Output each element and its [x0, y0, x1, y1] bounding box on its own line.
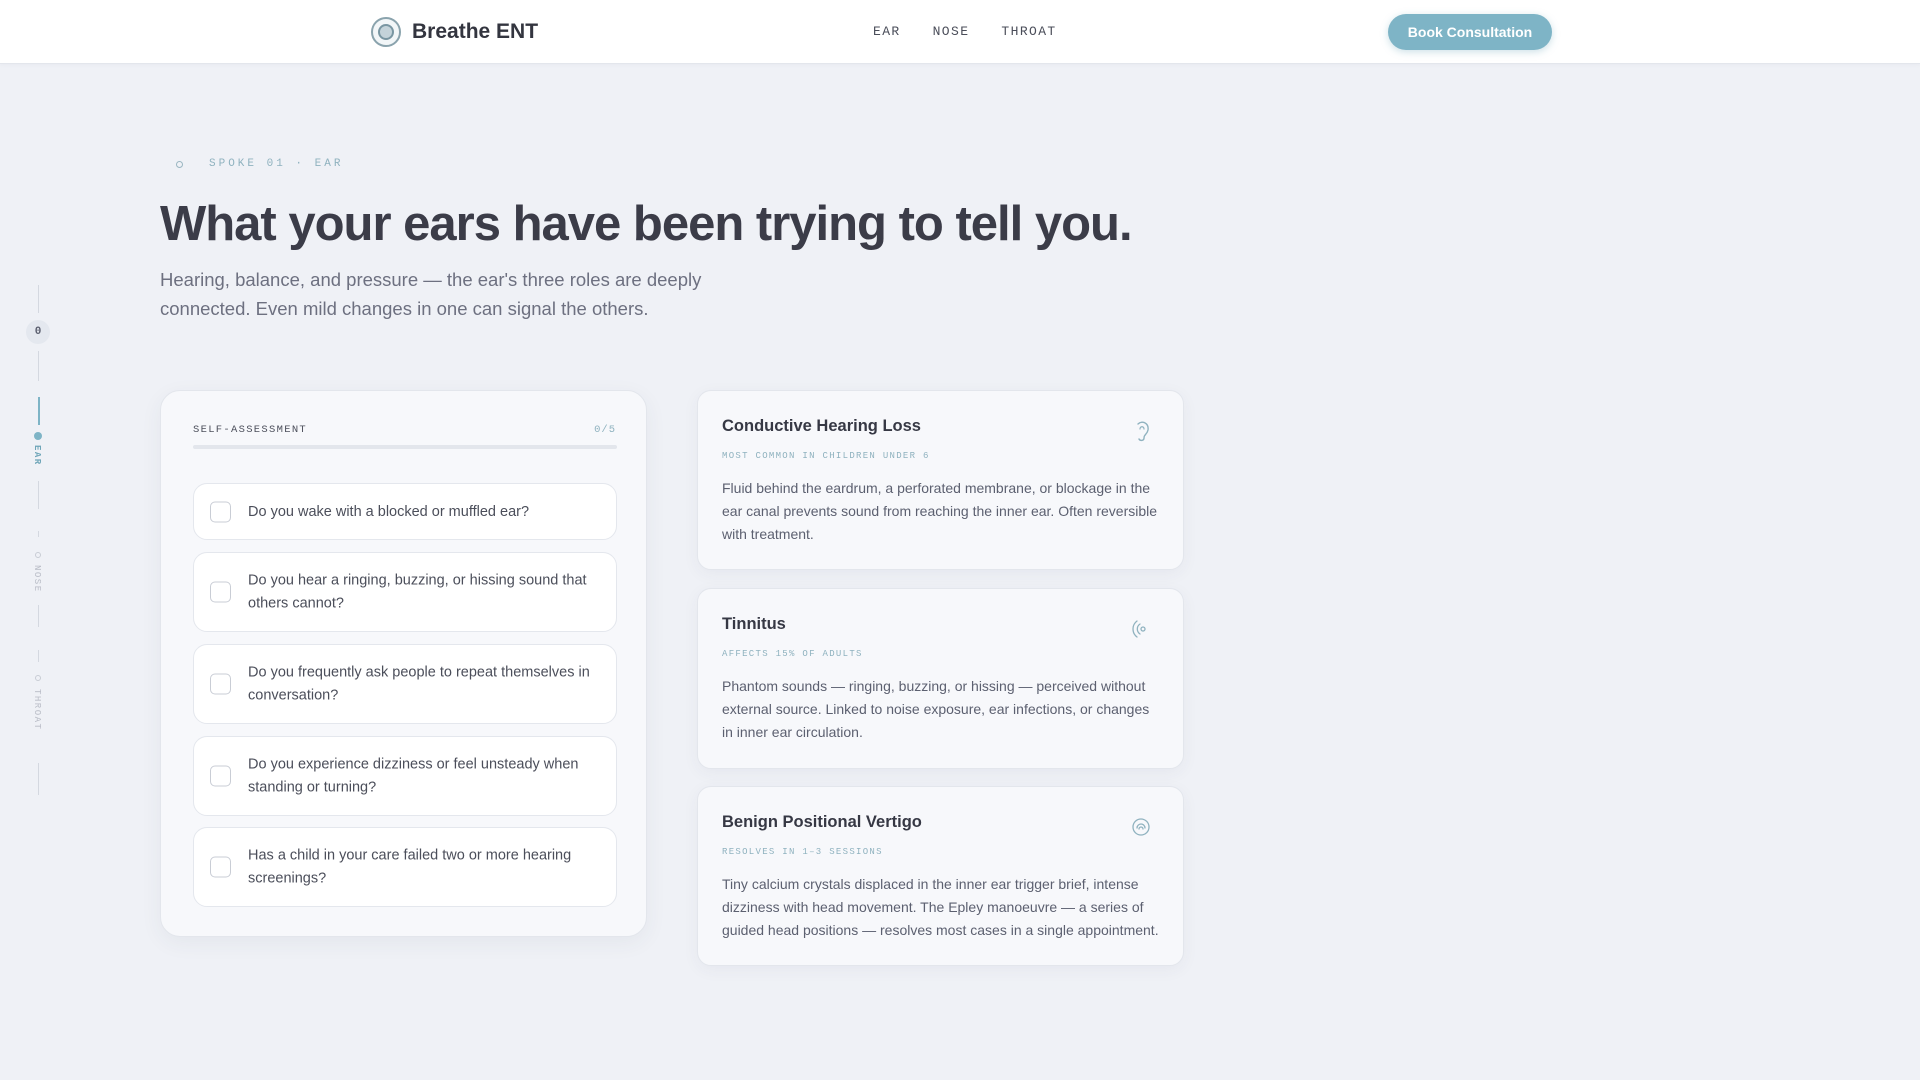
brand-name: Breathe ENT — [412, 20, 539, 43]
top-header: Breathe ENT EAR NOSE THROAT Book Consult… — [0, 0, 1920, 64]
condition-description: Tiny calcium crystals displaced in the i… — [722, 876, 1159, 938]
question-text: Do you frequently ask people to repeat t… — [248, 664, 590, 704]
question-checkbox[interactable] — [210, 673, 231, 695]
rail-line — [38, 531, 39, 537]
question-item-5[interactable]: Has a child in your care failed two or m… — [193, 827, 617, 907]
section-eyebrow: SPOKE 01 · EAR — [176, 158, 343, 170]
question-text: Do you hear a ringing, buzzing, or hissi… — [248, 572, 587, 612]
question-checkbox[interactable] — [210, 856, 231, 878]
condition-description: Phantom sounds — ringing, buzzing, or hi… — [722, 678, 1150, 740]
book-consultation-button[interactable]: Book Consultation — [1388, 14, 1552, 50]
question-checkbox[interactable] — [210, 765, 231, 787]
condition-tag: AFFECTS 15% OF ADULTS — [722, 649, 863, 659]
eyebrow-dot-icon — [176, 160, 183, 168]
condition-title: Conductive Hearing Loss — [722, 417, 921, 435]
question-item-3[interactable]: Do you frequently ask people to repeat t… — [193, 644, 617, 724]
question-text: Do you experience dizziness or feel unst… — [248, 756, 579, 796]
main-nav: EAR NOSE THROAT — [873, 24, 1057, 39]
rail-dot-nose[interactable] — [35, 552, 41, 558]
rail-dot-throat[interactable] — [35, 675, 41, 681]
rail-line — [38, 351, 39, 381]
condition-card-tinnitus[interactable]: Tinnitus AFFECTS 15% OF ADULTS Phantom s… — [697, 588, 1184, 769]
condition-card-benign-positional-vertigo[interactable]: Benign Positional Vertigo RESOLVES IN 1–… — [697, 786, 1184, 966]
rail-line — [38, 650, 39, 662]
question-item-2[interactable]: Do you hear a ringing, buzzing, or hissi… — [193, 552, 617, 632]
rail-label-throat[interactable]: THROAT — [32, 689, 42, 730]
section-progress-rail: 0 EAR NOSE THROAT — [24, 285, 52, 805]
rail-line — [38, 605, 39, 627]
question-item-1[interactable]: Do you wake with a blocked or muffled ea… — [193, 483, 617, 540]
assessment-progress-bar — [193, 445, 617, 449]
question-checkbox[interactable] — [210, 501, 231, 522]
rail-line — [38, 481, 39, 509]
question-text: Has a child in your care failed two or m… — [248, 847, 572, 887]
question-text: Do you wake with a blocked or muffled ea… — [248, 503, 530, 520]
rail-active-line — [38, 397, 40, 425]
sound-wave-icon — [1132, 620, 1146, 638]
condition-description: Fluid behind the eardrum, a perforated m… — [722, 480, 1158, 542]
nav-item-nose[interactable]: NOSE — [933, 24, 970, 39]
ear-icon — [1137, 421, 1149, 442]
question-checkbox[interactable] — [210, 581, 231, 603]
page-title: What your ears have been trying to tell … — [160, 197, 1133, 251]
condition-title: Tinnitus — [722, 615, 786, 633]
rail-dot-ear[interactable] — [34, 432, 42, 440]
rail-label-nose[interactable]: NOSE — [32, 565, 42, 593]
page-subtitle: Hearing, balance, and pressure — the ear… — [160, 269, 702, 319]
rail-label-ear[interactable]: EAR — [32, 445, 42, 466]
condition-card-conductive-hearing-loss[interactable]: Conductive Hearing Loss MOST COMMON IN C… — [697, 390, 1184, 570]
nav-item-throat[interactable]: THROAT — [1001, 24, 1056, 39]
rail-line — [38, 763, 39, 795]
rail-counter: 0 — [26, 320, 50, 344]
rail-line — [38, 285, 39, 313]
eyebrow-text: SPOKE 01 · EAR — [209, 158, 344, 170]
brand[interactable]: Breathe ENT — [371, 17, 538, 47]
spiral-icon — [1132, 818, 1150, 836]
condition-tag: RESOLVES IN 1–3 SESSIONS — [722, 847, 883, 857]
assessment-count: 0/5 — [594, 424, 616, 436]
self-assessment-card: SELF-ASSESSMENT 0/5 Do you wake with a b… — [160, 390, 647, 937]
nav-item-ear[interactable]: EAR — [873, 24, 901, 39]
assessment-label: SELF-ASSESSMENT — [193, 424, 308, 436]
condition-tag: MOST COMMON IN CHILDREN UNDER 6 — [722, 451, 930, 461]
condition-title: Benign Positional Vertigo — [722, 813, 922, 831]
question-item-4[interactable]: Do you experience dizziness or feel unst… — [193, 736, 617, 816]
logo-icon — [371, 17, 401, 47]
